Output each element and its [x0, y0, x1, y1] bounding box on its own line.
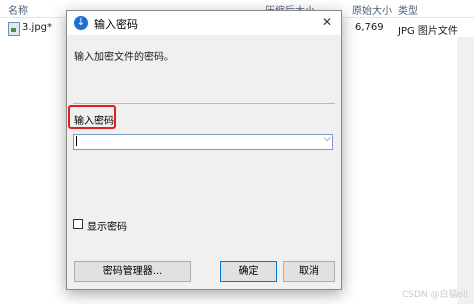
- file-type: JPG 图片文件: [398, 26, 458, 37]
- show-password-label[interactable]: 显示密码: [87, 218, 127, 233]
- column-header-original-size[interactable]: 原始大小: [352, 2, 392, 17]
- password-dialog: ↓ 输入密码 ✕ 输入加密文件的密码。 输入密码 ⌵ 显示密码 密码管理器...…: [66, 10, 342, 290]
- file-name: 3.jpg*: [22, 22, 53, 33]
- password-label: 输入密码: [74, 116, 114, 127]
- cancel-button[interactable]: 取消: [283, 261, 335, 282]
- separator: [73, 103, 335, 104]
- dialog-prompt: 输入加密文件的密码。: [74, 52, 174, 63]
- password-manager-button[interactable]: 密码管理器...: [74, 261, 191, 282]
- dialog-titlebar[interactable]: ↓ 输入密码 ✕: [67, 11, 341, 35]
- file-original-size: 6,769: [355, 22, 384, 33]
- watermark: CSDN @白猫oli: [401, 290, 468, 300]
- show-password-checkbox[interactable]: [73, 219, 83, 229]
- ok-button[interactable]: 确定: [220, 261, 277, 282]
- password-input[interactable]: [73, 134, 333, 150]
- column-header-type[interactable]: 类型: [398, 2, 418, 17]
- image-file-icon: [8, 22, 20, 36]
- app-logo-icon: ↓: [74, 16, 88, 30]
- column-header-name[interactable]: 名称: [8, 2, 28, 17]
- close-button[interactable]: ✕: [315, 12, 339, 33]
- scrollbar-track[interactable]: [457, 37, 474, 304]
- dialog-title: 输入密码: [94, 18, 138, 31]
